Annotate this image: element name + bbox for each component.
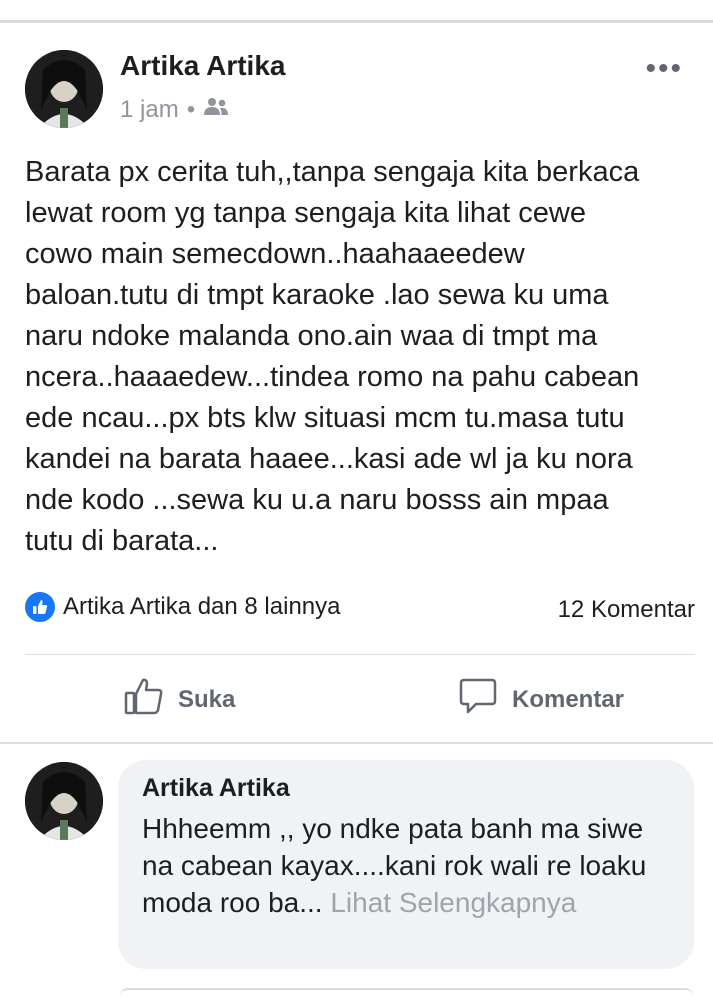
comment-button[interactable]: Komentar [458,676,624,723]
top-separator [0,0,713,23]
comment-author-name[interactable]: Artika Artika [142,774,290,803]
friends-icon [203,96,229,124]
like-reaction-icon [25,592,55,622]
like-button[interactable]: Suka [124,676,235,723]
divider [25,654,695,655]
comment-bubble-icon [458,676,498,723]
comment-count[interactable]: 12 Komentar [558,596,695,624]
more-options-icon[interactable]: ••• [645,52,683,86]
reaction-summary-text: Artika Artika dan 8 lainnya [63,593,341,620]
comment-text: Hhheemm ,, yo ndke pata banh ma siwe na … [142,810,682,921]
commenter-avatar[interactable] [25,762,103,840]
see-more-link[interactable]: Lihat Selengkapnya [330,887,576,918]
reaction-summary[interactable]: Artika Artika dan 8 lainnya [25,592,341,622]
author-avatar[interactable] [25,50,103,128]
post-meta: 1 jam • [120,96,229,124]
next-comment-edge [120,988,693,996]
post-time[interactable]: 1 jam [120,96,179,124]
section-divider [0,742,713,744]
post-text: Barata px cerita tuh,,tanpa sengaja kita… [25,156,640,557]
meta-separator: • [186,96,196,123]
thumbs-up-icon [124,676,164,723]
like-label: Suka [178,685,236,713]
post-author-name[interactable]: Artika Artika [120,50,285,82]
comment-label: Komentar [512,685,625,713]
